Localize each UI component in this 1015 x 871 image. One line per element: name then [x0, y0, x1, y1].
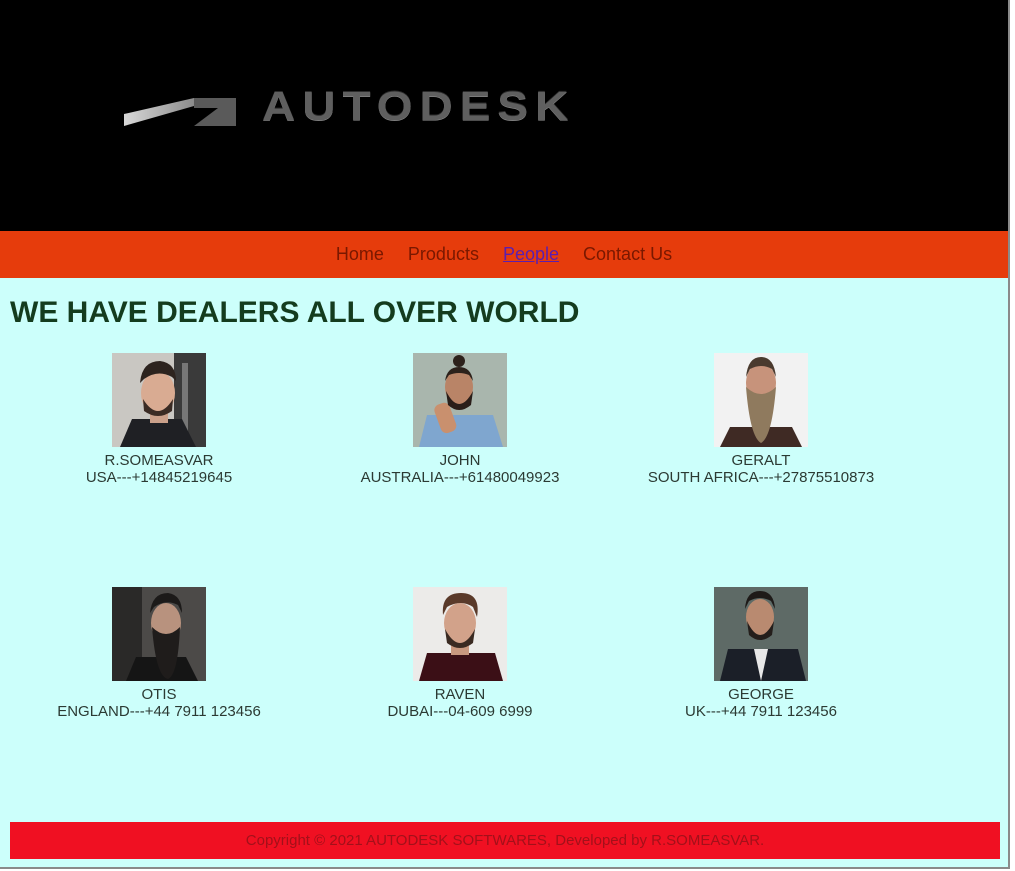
dealer-card: RAVEN DUBAI---04-609 6999 [310, 587, 610, 720]
dealer-name: R.SOMEASVAR [104, 452, 214, 469]
nav-products[interactable]: Products [408, 244, 479, 265]
dealer-card: JOHN AUSTRALIA---+61480049923 [310, 353, 610, 486]
page-title: WE HAVE DEALERS ALL OVER WORLD [10, 296, 580, 329]
dealer-contact: DUBAI---04-609 6999 [387, 703, 533, 720]
dealer-card: GERALT SOUTH AFRICA---+27875510873 [611, 353, 911, 486]
dealer-photo [714, 353, 808, 447]
dealer-contact: UK---+44 7911 123456 [685, 703, 837, 720]
nav-contact-us[interactable]: Contact Us [583, 244, 672, 265]
dealer-photo [714, 587, 808, 681]
dealer-photo [112, 353, 206, 447]
dealer-contact: SOUTH AFRICA---+27875510873 [647, 469, 875, 486]
main-nav: Home Products People Contact Us [0, 231, 1008, 278]
dealer-name: JOHN [439, 452, 481, 469]
dealer-name: GEORGE [728, 686, 794, 703]
dealer-contact: AUSTRALIA---+61480049923 [360, 469, 560, 486]
page: AUTODESK Home Products People Contact Us… [0, 0, 1010, 869]
autodesk-logo-text: AUTODESK [262, 82, 576, 129]
dealer-name: GERALT [731, 452, 791, 469]
dealer-name: RAVEN [434, 686, 486, 703]
dealer-photo [413, 353, 507, 447]
autodesk-logo-icon [124, 98, 236, 126]
dealer-photo [112, 587, 206, 681]
dealer-contact: ENGLAND---+44 7911 123456 [57, 703, 261, 720]
nav-home[interactable]: Home [336, 244, 384, 265]
footer-copyright: Copyright © 2021 AUTODESK SOFTWARES, Dev… [245, 832, 765, 849]
dealer-photo [413, 587, 507, 681]
nav-people[interactable]: People [503, 244, 559, 265]
dealer-card: OTIS ENGLAND---+44 7911 123456 [9, 587, 309, 720]
footer: Copyright © 2021 AUTODESK SOFTWARES, Dev… [10, 822, 1000, 859]
dealer-card: GEORGE UK---+44 7911 123456 [611, 587, 911, 720]
dealer-card: R.SOMEASVAR USA---+14845219645 [9, 353, 309, 486]
dealer-name: OTIS [141, 686, 177, 703]
header-banner: AUTODESK [0, 0, 1008, 231]
dealer-contact: USA---+14845219645 [85, 469, 233, 486]
